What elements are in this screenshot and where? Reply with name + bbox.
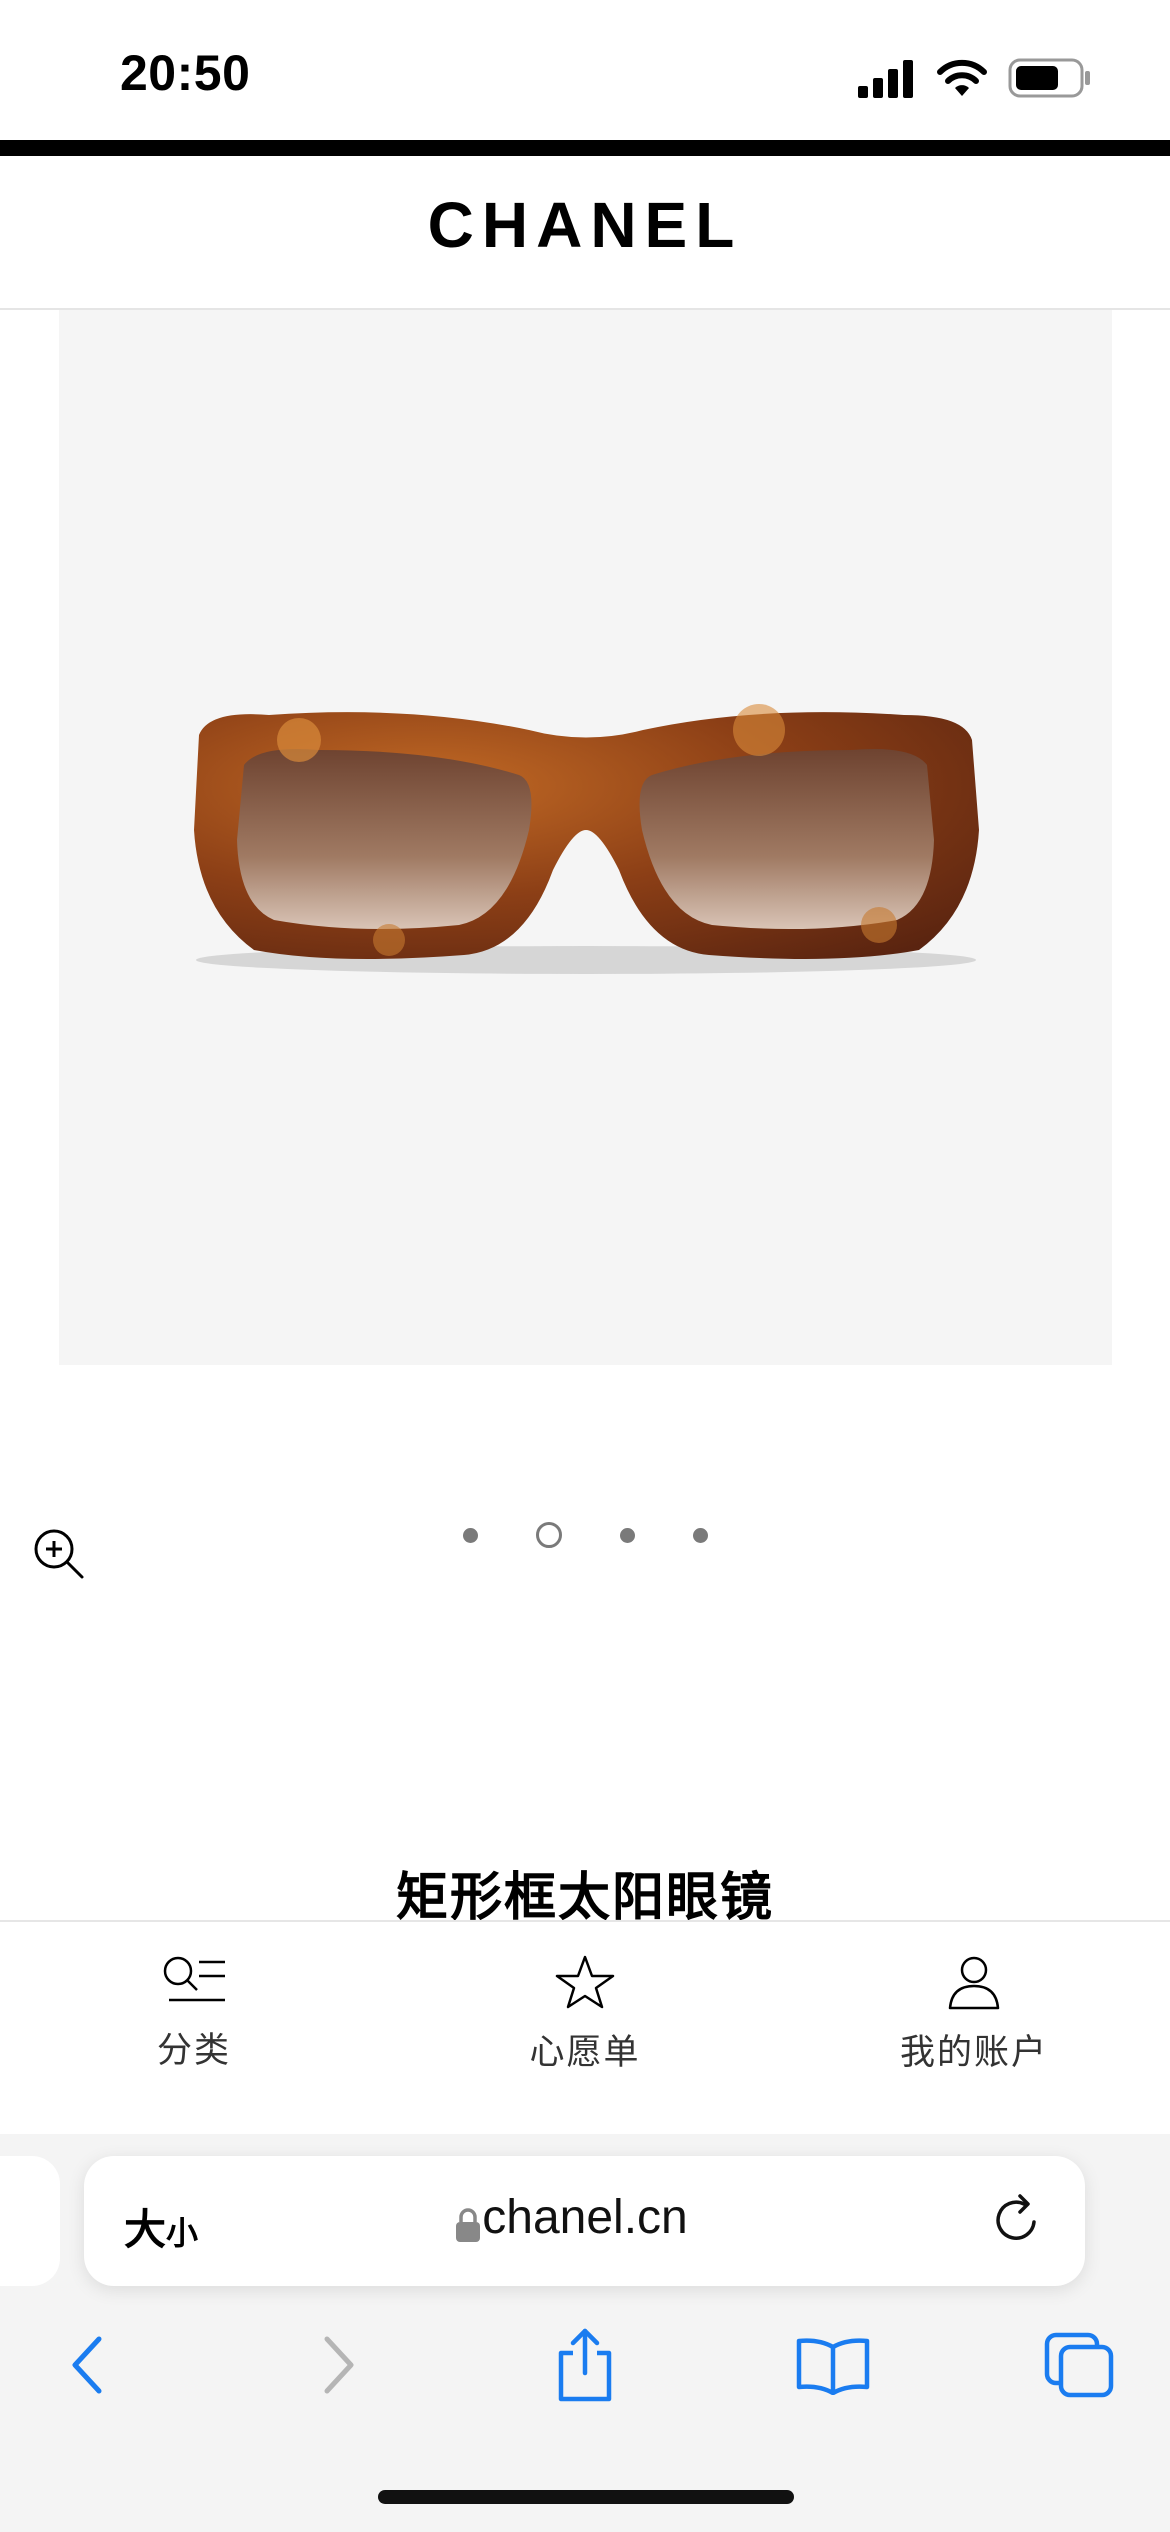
header-rule <box>0 140 1170 156</box>
reload-icon[interactable] <box>990 2192 1046 2248</box>
share-icon <box>558 2328 612 2402</box>
nav-item-wishlist[interactable]: 心愿单 <box>435 1922 735 2134</box>
nav-item-category[interactable]: 分类 <box>44 1922 344 2134</box>
gallery-pagination <box>0 1518 1170 1552</box>
bookmarks-button[interactable] <box>788 2320 878 2410</box>
gallery-dot[interactable] <box>619 1527 635 1543</box>
nav-item-account[interactable]: 我的账户 <box>824 1922 1124 2134</box>
gallery-dot[interactable] <box>692 1527 708 1543</box>
nav-label: 心愿单 <box>529 2033 641 2073</box>
product-title: 矩形框太阳眼镜 <box>395 1868 774 1928</box>
gallery-dot-active[interactable] <box>535 1522 562 1548</box>
status-icons <box>856 54 1092 102</box>
sunglasses-image <box>194 704 979 974</box>
back-button[interactable] <box>42 2320 132 2410</box>
category-list-icon <box>163 1956 225 2002</box>
nav-label: 分类 <box>156 2031 231 2071</box>
forward-icon <box>324 2336 354 2394</box>
bookmarks-icon <box>796 2338 870 2395</box>
tabs-button[interactable] <box>1034 2320 1124 2410</box>
home-indicator <box>378 2490 794 2504</box>
star-icon <box>555 1955 615 2009</box>
user-icon <box>948 1956 1000 2010</box>
back-icon <box>72 2336 102 2394</box>
product-image[interactable] <box>59 310 1112 1365</box>
forward-button[interactable] <box>294 2320 384 2410</box>
chanel-logo[interactable]: CHANEL <box>0 188 1170 262</box>
wifi-icon <box>937 59 987 96</box>
nav-label: 我的账户 <box>899 2033 1048 2073</box>
status-time: 20:50 <box>120 45 251 101</box>
signal-icon <box>858 60 913 98</box>
share-button[interactable] <box>540 2320 630 2410</box>
gallery-dot[interactable] <box>462 1527 478 1543</box>
tabs-icon <box>1044 2332 1114 2398</box>
battery-icon <box>1008 58 1090 98</box>
bottom-nav: 分类 心愿单 我的账户 <box>0 1920 1170 2136</box>
